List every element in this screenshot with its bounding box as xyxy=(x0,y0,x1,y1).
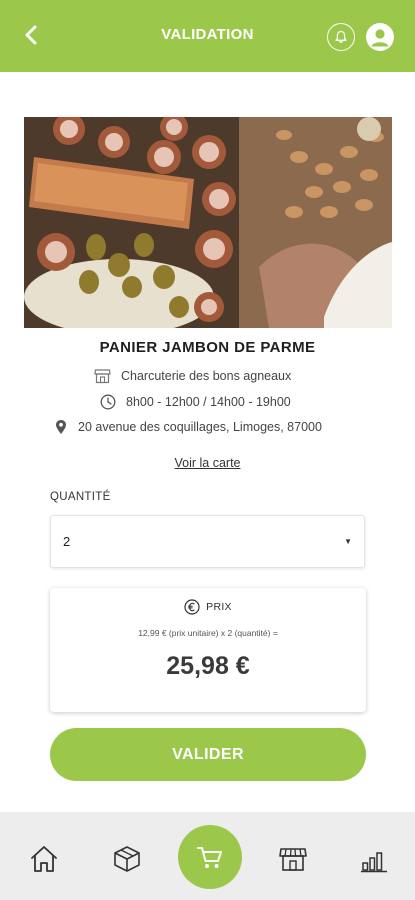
bell-icon xyxy=(335,30,347,43)
view-map-link[interactable]: Voir la carte xyxy=(174,456,240,470)
quantity-select[interactable]: 2 ▼ xyxy=(50,515,365,568)
address-row: 20 avenue des coquillages, Limoges, 8700… xyxy=(54,419,322,435)
home-icon xyxy=(31,846,57,872)
nav-shops[interactable] xyxy=(276,842,310,876)
euro-icon xyxy=(184,599,200,615)
validate-button[interactable]: VALIDER xyxy=(50,728,366,781)
stats-icon xyxy=(361,852,387,873)
user-icon xyxy=(371,29,389,47)
cart-icon xyxy=(197,847,222,868)
opening-hours: 8h00 - 12h00 / 14h00 - 19h00 xyxy=(126,395,291,409)
profile-button[interactable] xyxy=(366,23,394,51)
clock-icon xyxy=(100,394,116,410)
price-label: PRIX xyxy=(206,601,232,613)
box-icon xyxy=(114,846,140,872)
charcuterie-photo xyxy=(24,117,392,328)
map-link-row: Voir la carte xyxy=(0,456,415,470)
location-pin-icon xyxy=(56,420,66,434)
quantity-label: QUANTITÉ xyxy=(50,491,111,503)
nav-stats[interactable] xyxy=(357,842,391,876)
hours-row: 8h00 - 12h00 / 14h00 - 19h00 xyxy=(100,394,291,410)
shop-icon xyxy=(279,848,307,871)
price-header: PRIX xyxy=(50,599,366,615)
nav-home[interactable] xyxy=(27,842,61,876)
notifications-button[interactable] xyxy=(327,23,355,51)
dropdown-caret-icon: ▼ xyxy=(344,537,352,546)
shop-icon xyxy=(94,369,111,384)
shop-address: 20 avenue des coquillages, Limoges, 8700… xyxy=(78,420,322,434)
quantity-value: 2 xyxy=(63,534,71,549)
shop-row: Charcuterie des bons agneaux xyxy=(94,368,291,384)
nav-products[interactable] xyxy=(110,842,144,876)
product-image xyxy=(24,117,392,328)
top-app-bar: VALIDATION xyxy=(0,0,415,72)
shop-name: Charcuterie des bons agneaux xyxy=(121,369,292,383)
nav-cart[interactable] xyxy=(178,825,242,889)
price-card: PRIX 12,99 € (prix unitaire) x 2 (quanti… xyxy=(50,588,366,712)
bottom-navigation xyxy=(0,812,415,900)
price-total: 25,98 € xyxy=(166,652,250,680)
product-title: PANIER JAMBON DE PARME xyxy=(99,339,316,356)
price-formula: 12,99 € (prix unitaire) x 2 (quantité) = xyxy=(138,628,278,638)
